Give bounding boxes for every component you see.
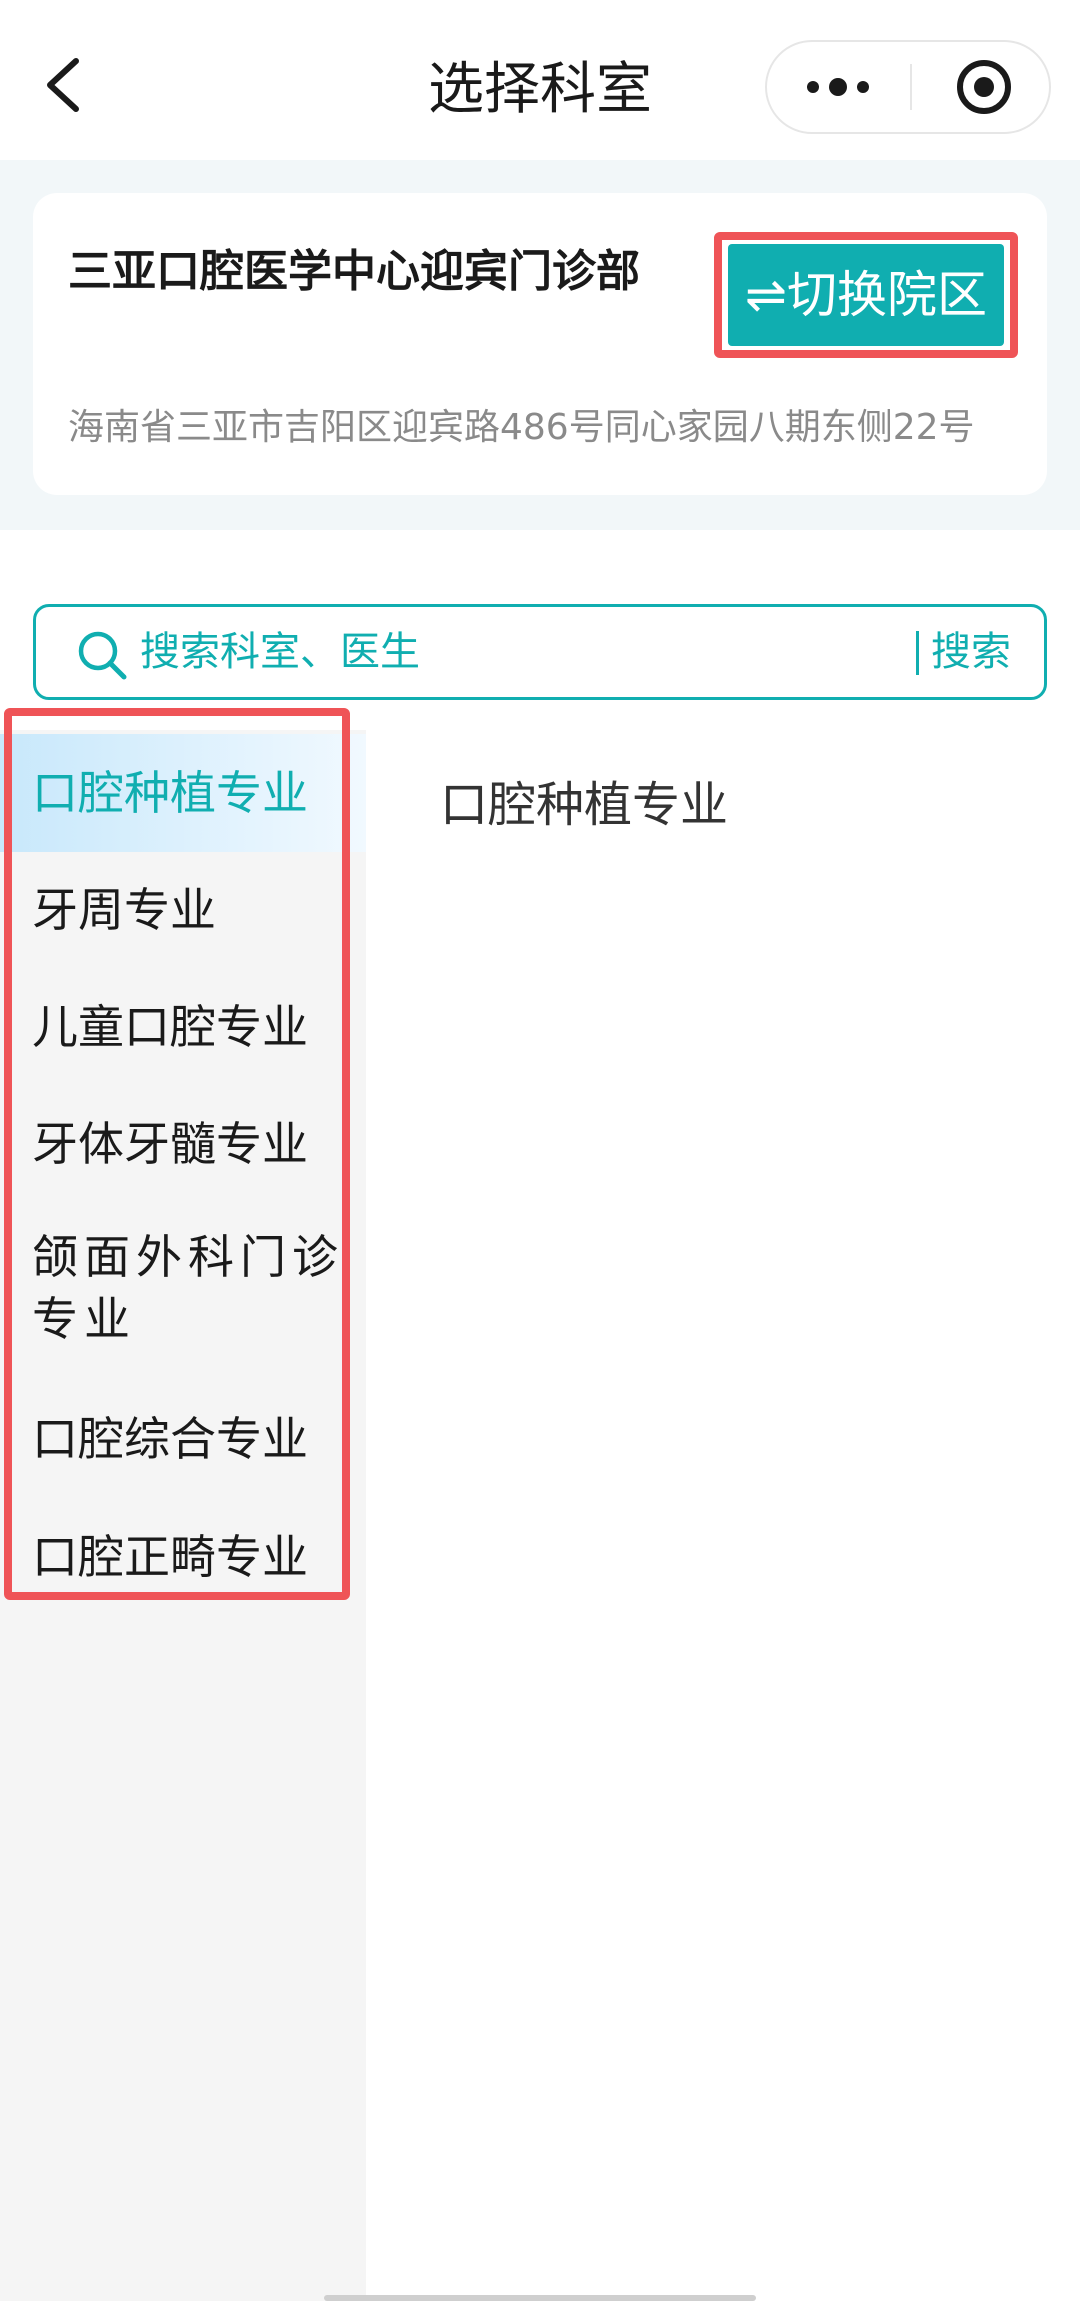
close-mini-program-button[interactable]: [912, 42, 1050, 132]
campus-name: 三亚口腔医学中心迎宾门诊部: [68, 246, 640, 297]
selected-department-title: 口腔种植专业: [440, 777, 729, 833]
switch-campus-button[interactable]: ⇌切换院区: [728, 244, 1004, 346]
target-circle-icon: [957, 60, 1011, 114]
mini-program-capsule: [765, 40, 1051, 134]
search-divider: [916, 631, 919, 675]
navigation-bar: 选择科室: [0, 0, 1080, 160]
campus-address: 海南省三亚市吉阳区迎宾路486号同心家园八期东侧22号: [68, 407, 975, 448]
chevron-left-icon: [47, 58, 79, 112]
search-icon: [78, 631, 127, 680]
home-indicator: [324, 2295, 756, 2301]
back-button[interactable]: [30, 45, 100, 125]
department-list-highlight: [4, 708, 350, 1600]
search-bar[interactable]: 搜索科室、医生 搜索: [33, 604, 1047, 700]
more-button[interactable]: [767, 42, 909, 132]
page-title: 选择科室: [428, 57, 652, 122]
more-dots-icon: [807, 78, 869, 96]
search-button[interactable]: 搜索: [931, 607, 1011, 697]
search-input[interactable]: 搜索科室、医生: [140, 607, 420, 697]
